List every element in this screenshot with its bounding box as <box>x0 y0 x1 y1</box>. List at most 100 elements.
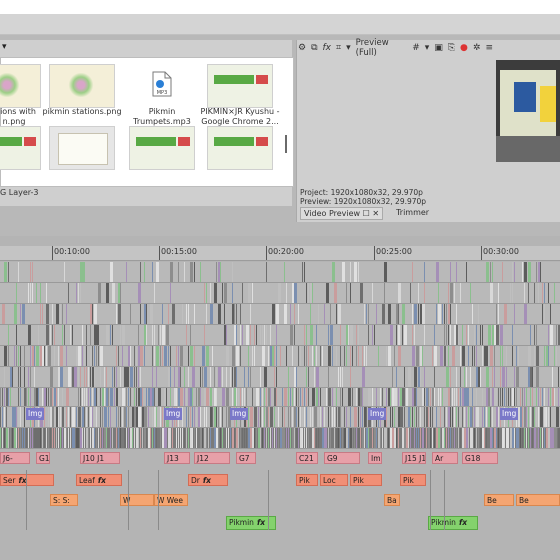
salmon-video-clip[interactable]: Ser fx <box>0 474 54 486</box>
file-thumbnail[interactable] <box>0 126 41 170</box>
orange-video-clip[interactable]: Be <box>516 494 560 506</box>
file-thumbnail[interactable] <box>49 64 115 108</box>
file-thumbnail[interactable] <box>129 126 195 170</box>
clip-frame-stripe <box>544 428 545 448</box>
file-thumbnail[interactable] <box>207 126 273 170</box>
salmon-video-clip[interactable]: Pik <box>296 474 318 486</box>
clip-frame-stripe <box>94 346 95 366</box>
preview-quality-select[interactable]: Preview (Full) <box>356 38 408 58</box>
fx-icon[interactable]: fx <box>323 43 332 53</box>
record-icon[interactable]: ● <box>460 43 468 53</box>
chevron-down-icon[interactable]: ▾ <box>2 42 7 52</box>
clip-frame-stripe <box>334 428 335 448</box>
image-clip-label[interactable]: Img <box>230 408 249 420</box>
orange-video-clip[interactable]: W <box>120 494 154 506</box>
clip-frame-stripe <box>450 407 451 427</box>
pink-video-clip[interactable]: Ar <box>432 452 458 464</box>
close-icon[interactable]: ✕ <box>372 209 379 218</box>
restore-icon[interactable]: ☐ <box>363 209 370 218</box>
orange-video-clip[interactable]: Ba <box>384 494 400 506</box>
clip-frame-stripe <box>446 304 447 324</box>
dropdown-icon[interactable]: ▾ <box>425 43 430 53</box>
copy-frame-icon[interactable]: ⎘ <box>448 43 455 53</box>
copy-icon[interactable]: ⧉ <box>311 43 317 53</box>
clip-frame-stripe <box>146 325 147 345</box>
pink-video-clip[interactable]: J6- <box>0 452 30 464</box>
pink-video-clip[interactable]: G9 <box>324 452 360 464</box>
timeline-track[interactable] <box>0 262 560 283</box>
salmon-video-clip[interactable]: Dr fx <box>188 474 228 486</box>
clip-frame-stripe <box>48 428 49 448</box>
pink-video-clip[interactable]: Im <box>368 452 382 464</box>
clip-frame-stripe <box>194 304 195 324</box>
clip-frame-stripe <box>474 325 475 345</box>
orange-video-clip[interactable]: W Wee <box>154 494 188 506</box>
clip-frame-stripe <box>112 428 113 448</box>
pink-video-clip[interactable]: J15 J1 <box>402 452 426 464</box>
orange-video-clip[interactable]: S: S: <box>50 494 78 506</box>
clip-frame-stripe <box>442 388 443 406</box>
explorer-scrollbar[interactable] <box>285 135 287 153</box>
green-video-clip[interactable]: Pikminfx <box>428 516 478 530</box>
fx-icon[interactable]: fx <box>98 476 106 485</box>
pink-video-clip[interactable]: G7 <box>236 452 256 464</box>
clip-frame-stripe <box>394 346 395 366</box>
file-thumbnail[interactable] <box>49 126 115 170</box>
grid-icon[interactable]: # <box>412 43 420 53</box>
timeline-track[interactable] <box>0 367 560 388</box>
mp3-file-thumbnail[interactable]: MP3 <box>129 64 193 106</box>
clip-frame-stripe <box>276 428 277 448</box>
settings-icon[interactable]: ✲ <box>473 43 481 53</box>
timeline-track[interactable] <box>0 407 560 428</box>
pink-video-clip[interactable]: J13 <box>164 452 190 464</box>
pink-video-clip[interactable]: J10 J1 <box>80 452 120 464</box>
dropdown-icon[interactable]: ▾ <box>346 43 351 53</box>
file-thumbnail[interactable] <box>0 64 41 108</box>
gear-icon[interactable]: ⚙ <box>298 43 306 53</box>
clip-frame-stripe <box>130 304 131 324</box>
fx-icon[interactable]: fx <box>257 518 265 527</box>
tab-video-preview[interactable]: Video Preview ☐ ✕ <box>300 207 384 220</box>
overlay-icon[interactable]: ⌗ <box>336 43 341 53</box>
clip-frame-stripe <box>98 283 101 303</box>
file-thumbnail[interactable] <box>207 64 273 108</box>
timeline-track[interactable] <box>0 346 560 367</box>
clip-frame-stripe <box>308 283 309 303</box>
timeline-track[interactable] <box>0 304 560 325</box>
timeline-track[interactable] <box>0 283 560 304</box>
clip-frame-stripe <box>34 367 35 387</box>
clip-frame-stripe <box>170 428 171 448</box>
pink-video-clip[interactable]: J12 <box>194 452 230 464</box>
clip-frame-stripe <box>266 325 267 345</box>
image-clip-label[interactable]: Img <box>500 408 519 420</box>
salmon-video-clip[interactable]: Leaf fx <box>76 474 122 486</box>
salmon-video-clip[interactable]: Loc <box>320 474 348 486</box>
clip-frame-stripe <box>286 428 287 448</box>
tab-trimmer[interactable]: Trimmer <box>393 207 432 220</box>
image-clip-label[interactable]: Img <box>26 408 45 420</box>
fx-icon[interactable]: fx <box>459 518 467 527</box>
clip-frame-stripe <box>526 388 527 406</box>
image-clip-label[interactable]: Img <box>164 408 183 420</box>
clip-frame-stripe <box>164 346 167 366</box>
clip-frame-stripe <box>58 428 59 448</box>
time-ruler[interactable]: 00:10:00 00:15:00 00:20:00 00:25:00 00:3… <box>0 246 560 261</box>
pink-video-clip[interactable]: G18 <box>462 452 498 464</box>
clip-frame-stripe <box>6 407 7 427</box>
salmon-video-clip[interactable]: Pik <box>400 474 426 486</box>
salmon-video-clip[interactable]: Pik <box>350 474 382 486</box>
timeline-track[interactable] <box>0 388 560 407</box>
save-frame-icon[interactable]: ▣ <box>434 43 443 53</box>
clip-frame-stripe <box>394 388 397 406</box>
timeline-track[interactable] <box>0 428 560 449</box>
orange-video-clip[interactable]: Be <box>484 494 514 506</box>
pink-video-clip[interactable]: C21 <box>296 452 318 464</box>
pink-video-clip[interactable]: G1 <box>36 452 50 464</box>
clip-frame-stripe <box>276 346 277 366</box>
image-clip-label[interactable]: Img <box>368 408 387 420</box>
timeline-track[interactable] <box>0 325 560 346</box>
fx-icon[interactable]: fx <box>203 476 211 485</box>
clip-frame-stripe <box>216 367 217 387</box>
clip-frame-stripe <box>402 325 403 345</box>
more-icon[interactable]: ≡ <box>485 43 493 53</box>
